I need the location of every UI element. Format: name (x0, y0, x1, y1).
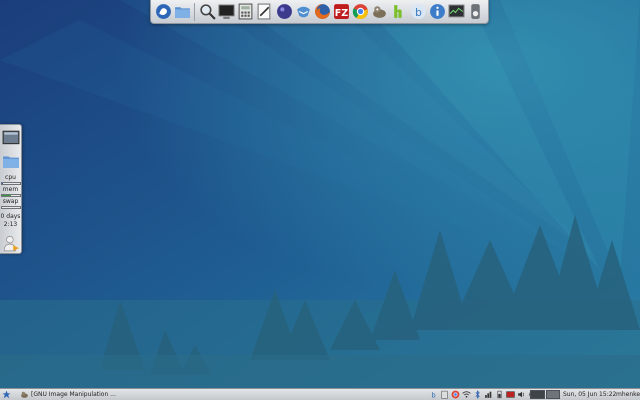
cpu-bar-fill (1, 183, 4, 185)
firefox-icon[interactable] (313, 2, 331, 22)
gimp-task-icon (19, 390, 29, 400)
desktop-wallpaper (0, 0, 640, 400)
show-desktop-icon[interactable] (1, 128, 21, 148)
clock[interactable]: Sun, 05 Jun 15:22 (563, 390, 616, 399)
filezilla-label: FZ (335, 8, 349, 19)
uptime-time: 2:13 (3, 221, 18, 229)
system-load-monitor: cpu mem swap (0, 174, 21, 210)
user-switch-icon[interactable] (1, 233, 21, 253)
bluetooth-tray-icon[interactable] (472, 390, 482, 400)
search-magnifier-icon[interactable] (198, 2, 216, 22)
info-icon[interactable] (428, 2, 446, 22)
cpu-bar (0, 182, 21, 186)
bittorrent-tray-icon[interactable]: b (428, 390, 438, 400)
username-label[interactable]: mhenke (616, 390, 640, 399)
mem-bar (0, 194, 21, 198)
xfce-mouse-menu-icon[interactable] (154, 2, 172, 22)
gimp-icon[interactable] (371, 2, 389, 22)
screenshot-tray-icon[interactable] (505, 390, 515, 400)
svg-text:b: b (415, 6, 422, 19)
file-manager-folder-icon[interactable] (173, 2, 191, 22)
network-tray-icon[interactable] (483, 390, 493, 400)
uptime-display: 0 days 2:13 (1, 213, 21, 229)
workspace-switcher (530, 390, 560, 399)
text-editor-icon[interactable] (256, 2, 274, 22)
switch-icon[interactable] (467, 2, 485, 22)
calculator-icon[interactable] (237, 2, 255, 22)
home-folder-icon[interactable] (1, 151, 21, 171)
swap-label: swap (2, 198, 19, 206)
workspace-1[interactable] (530, 390, 545, 399)
left-panel: cpu mem swap 0 days 2:13 (0, 124, 22, 254)
bittorrent-icon[interactable]: b (409, 2, 427, 22)
workspace-2[interactable] (545, 390, 560, 399)
chrome-icon[interactable] (352, 2, 370, 22)
top-launcher-dock: FZ b (150, 0, 489, 24)
applications-menu-icon[interactable] (1, 390, 11, 400)
battery-tray-icon[interactable] (494, 390, 504, 400)
swap-bar (0, 206, 21, 210)
media-player-icon[interactable] (275, 2, 293, 22)
svg-text:b: b (431, 391, 435, 399)
cpu-label: cpu (5, 174, 16, 182)
taskbar-window-title: [GNU Image Manipulation ... (31, 391, 116, 398)
filezilla-icon[interactable]: FZ (333, 2, 351, 22)
dock-separator (194, 2, 196, 21)
wifi-tray-icon[interactable] (461, 390, 471, 400)
taskbar-window-gimp[interactable]: [GNU Image Manipulation ... (17, 390, 127, 400)
uptime-days: 0 days (0, 213, 21, 221)
bottom-taskbar: [GNU Image Manipulation ... b Sun, 05 Ju… (0, 388, 640, 400)
terminal-icon[interactable] (217, 2, 235, 22)
system-tray: b (428, 389, 537, 400)
volume-tray-icon[interactable] (516, 390, 526, 400)
system-monitor-icon[interactable] (448, 2, 466, 22)
mem-label: mem (2, 186, 19, 194)
hypnotix-icon[interactable] (390, 2, 408, 22)
chrome-tray-icon[interactable] (450, 390, 460, 400)
mem-bar-fill (1, 195, 12, 197)
clipboard-tray-icon[interactable] (439, 390, 449, 400)
thunderbird-mail-icon[interactable] (294, 2, 312, 22)
